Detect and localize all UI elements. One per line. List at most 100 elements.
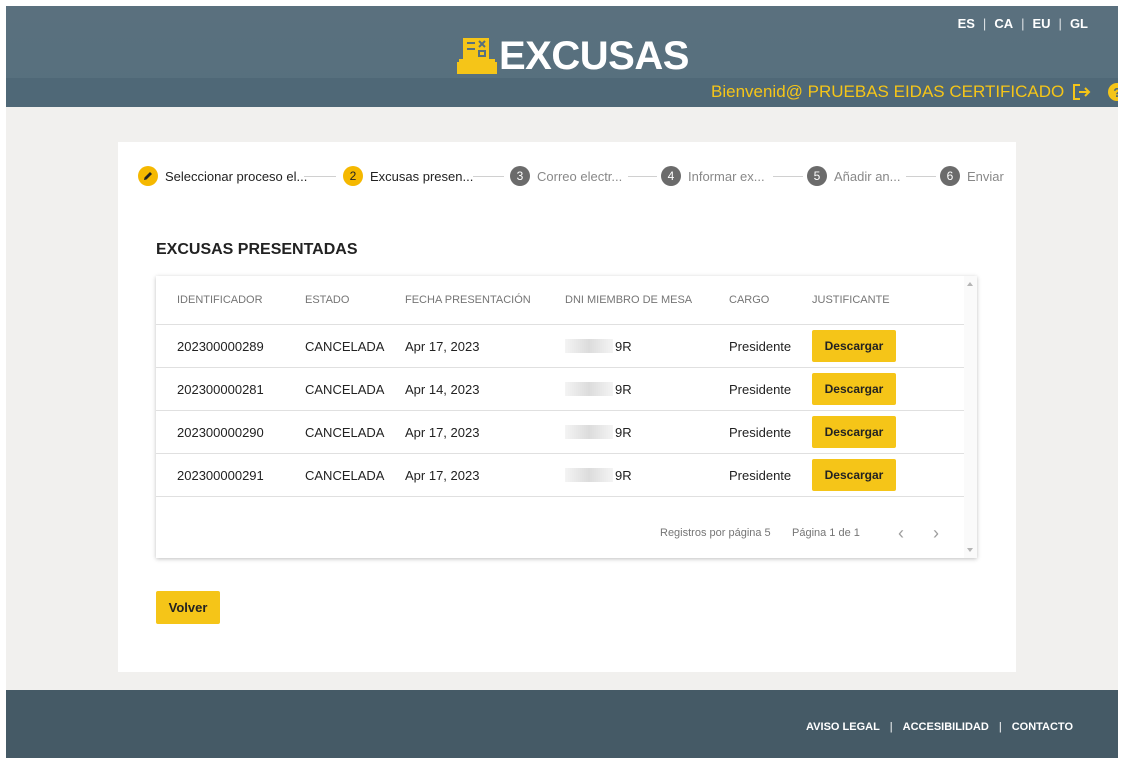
table-header: IDENTIFICADOR ESTADO FECHA PRESENTACIÓN … [156, 276, 964, 325]
step-4-label: Informar ex... [688, 168, 765, 184]
cell-cargo: Presidente [729, 381, 792, 397]
cell-fecha: Apr 17, 2023 [405, 467, 480, 483]
section-title: EXCUSAS PRESENTADAS [156, 241, 358, 258]
step-1-label: Seleccionar proceso el... [165, 168, 308, 184]
lang-separator: | [982, 16, 987, 31]
next-page-button[interactable]: › [933, 524, 939, 542]
cell-cargo: Presidente [729, 424, 792, 440]
step-3[interactable]: 3 Correo electr... [510, 164, 622, 188]
table-row: 202300000291 CANCELADA Apr 17, 2023 9R P… [156, 454, 964, 497]
lang-es[interactable]: ES [958, 16, 975, 31]
footer-link-accesibilidad[interactable]: ACCESIBILIDAD [903, 721, 989, 733]
header: EXCUSAS ES | CA | EU | GL Bienvenid@ PRU… [6, 6, 1118, 107]
footer-links: AVISO LEGAL | ACCESIBILIDAD | CONTACTO [806, 721, 1073, 733]
scroll-down-arrow[interactable] [967, 548, 973, 552]
step-2[interactable]: 2 Excusas presen... [343, 164, 473, 188]
footer-link-aviso-legal[interactable]: AVISO LEGAL [806, 721, 880, 733]
step-3-label: Correo electr... [537, 168, 623, 184]
step-1[interactable]: Seleccionar proceso el... [138, 164, 307, 188]
cell-dni: 9R [565, 411, 632, 453]
step-2-label: Excusas presen... [370, 168, 474, 184]
user-welcome: Bienvenid@ PRUEBAS EIDAS CERTIFICADO ? [711, 82, 1118, 102]
descargar-button[interactable]: Descargar [812, 459, 896, 491]
scroll-up-arrow[interactable] [967, 282, 973, 286]
descargar-button[interactable]: Descargar [812, 373, 896, 405]
back-button[interactable]: Volver [156, 591, 220, 624]
lang-ca[interactable]: CA [994, 16, 1013, 31]
brand-logo[interactable]: EXCUSAS [457, 36, 689, 76]
welcome-text: Bienvenid@ PRUEBAS EIDAS CERTIFICADO [711, 82, 1065, 101]
dni-suffix: 9R [615, 467, 632, 483]
step-6-badge: 6 [940, 166, 960, 186]
step-6-label: Enviar [967, 168, 1004, 184]
cell-fecha: Apr 17, 2023 [405, 424, 480, 440]
step-4[interactable]: 4 Informar ex... [661, 164, 765, 188]
lang-gl[interactable]: GL [1070, 16, 1088, 31]
step-connector [773, 176, 803, 177]
footer-link-contacto[interactable]: CONTACTO [1012, 721, 1073, 733]
step-connector [628, 176, 657, 177]
language-switcher: ES | CA | EU | GL [958, 16, 1088, 31]
cell-justificante: Descargar [812, 454, 896, 496]
footer-separator: | [889, 721, 893, 733]
step-1-badge [138, 166, 158, 186]
step-3-badge: 3 [510, 166, 530, 186]
cell-fecha: Apr 14, 2023 [405, 381, 480, 397]
descargar-button[interactable]: Descargar [812, 416, 896, 448]
help-icon[interactable]: ? [1108, 83, 1118, 101]
cell-justificante: Descargar [812, 411, 896, 453]
dni-redaction [565, 339, 613, 353]
app-frame: EXCUSAS ES | CA | EU | GL Bienvenid@ PRU… [6, 6, 1118, 758]
cell-estado: CANCELADA [305, 467, 385, 483]
cell-identificador: 202300000281 [177, 381, 264, 397]
col-justificante: JUSTIFICANTE [812, 294, 890, 306]
cell-dni: 9R [565, 325, 632, 367]
cell-estado: CANCELADA [305, 338, 385, 354]
step-5-badge: 5 [807, 166, 827, 186]
cell-cargo: Presidente [729, 338, 792, 354]
dni-suffix: 9R [615, 424, 632, 440]
lang-eu[interactable]: EU [1032, 16, 1050, 31]
col-fecha: FECHA PRESENTACIÓN [405, 294, 531, 306]
cell-justificante: Descargar [812, 325, 896, 367]
prev-page-button[interactable]: ‹ [898, 524, 904, 542]
cell-cargo: Presidente [729, 467, 792, 483]
descargar-button[interactable]: Descargar [812, 330, 896, 362]
ballot-box-icon [457, 38, 497, 74]
step-connector [473, 176, 504, 177]
step-5[interactable]: 5 Añadir an... [807, 164, 901, 188]
cell-estado: CANCELADA [305, 424, 385, 440]
dni-redaction [565, 425, 613, 439]
cell-dni: 9R [565, 368, 632, 410]
cell-identificador: 202300000289 [177, 338, 264, 354]
lang-separator: | [1058, 16, 1062, 31]
cell-dni: 9R [565, 454, 632, 496]
logout-icon[interactable] [1072, 83, 1092, 101]
pagination: Registros por página 5 Página 1 de 1 ‹ › [156, 522, 964, 546]
footer-separator: | [998, 721, 1002, 733]
cell-justificante: Descargar [812, 368, 896, 410]
page-indicator: Página 1 de 1 [792, 527, 860, 539]
stepper: Seleccionar proceso el... 2 Excusas pres… [138, 164, 1008, 188]
col-cargo: CARGO [729, 294, 770, 306]
step-5-label: Añadir an... [834, 168, 901, 184]
rows-per-page[interactable]: Registros por página 5 [660, 527, 771, 539]
col-estado: ESTADO [305, 294, 350, 306]
step-4-badge: 4 [661, 166, 681, 186]
step-connector [906, 176, 936, 177]
lang-separator: | [1021, 16, 1025, 31]
excusas-table: IDENTIFICADOR ESTADO FECHA PRESENTACIÓN … [156, 276, 977, 558]
table-scrollbar[interactable] [964, 276, 977, 558]
table-row: 202300000281 CANCELADA Apr 14, 2023 9R P… [156, 368, 964, 411]
dni-suffix: 9R [615, 381, 632, 397]
footer: AVISO LEGAL | ACCESIBILIDAD | CONTACTO [6, 690, 1118, 758]
dni-suffix: 9R [615, 338, 632, 354]
content-card: Seleccionar proceso el... 2 Excusas pres… [118, 142, 1016, 672]
brand-name: EXCUSAS [499, 34, 689, 78]
step-connector [304, 176, 336, 177]
dni-redaction [565, 382, 613, 396]
step-2-badge: 2 [343, 166, 363, 186]
cell-estado: CANCELADA [305, 381, 385, 397]
cell-fecha: Apr 17, 2023 [405, 338, 480, 354]
step-6[interactable]: 6 Enviar [940, 164, 1004, 188]
